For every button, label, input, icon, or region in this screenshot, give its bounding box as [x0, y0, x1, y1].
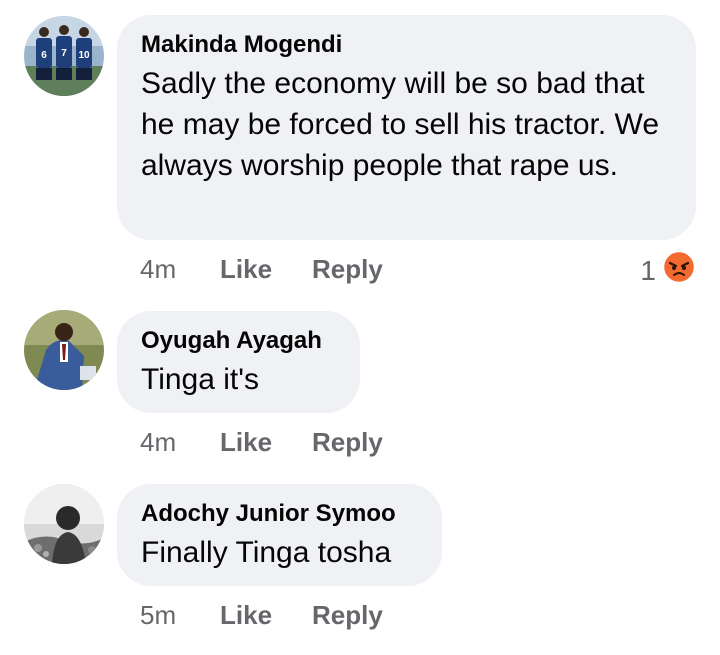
comment-text: Finally Tinga tosha — [141, 536, 392, 569]
comment-actions: 4m Like Reply — [140, 427, 383, 458]
comment-author[interactable]: Makinda Mogendi — [141, 31, 672, 59]
reaction-count: 1 — [640, 254, 656, 286]
jersey-number: 10 — [78, 50, 90, 61]
avatar-photo — [24, 310, 104, 390]
avatar-photo: 6 7 10 — [24, 16, 104, 96]
avatar[interactable] — [24, 484, 104, 564]
comment-author[interactable]: Oyugah Ayagah — [141, 327, 336, 355]
jersey-number: 6 — [41, 50, 47, 61]
comment-author[interactable]: Adochy Junior Symoo — [141, 500, 418, 528]
reply-button[interactable]: Reply — [312, 600, 383, 631]
comment-text: Sadly the economy will be so bad that he… — [141, 67, 660, 182]
comment-text: Tinga it's — [141, 363, 259, 396]
reply-button[interactable]: Reply — [312, 254, 383, 285]
jersey-number: 7 — [61, 48, 67, 59]
reaction-summary[interactable]: 1 — [640, 250, 696, 291]
comment-timestamp[interactable]: 4m — [140, 254, 220, 285]
comment-actions: 5m Like Reply — [140, 600, 383, 631]
like-button[interactable]: Like — [220, 427, 312, 458]
comment-bubble: Adochy Junior Symoo Finally Tinga tosha — [117, 484, 442, 586]
like-button[interactable]: Like — [220, 254, 312, 285]
avatar[interactable] — [24, 310, 104, 390]
avatar-photo — [24, 484, 104, 564]
comment-actions: 4m Like Reply — [140, 254, 383, 285]
comment-timestamp[interactable]: 4m — [140, 427, 220, 458]
like-button[interactable]: Like — [220, 600, 312, 631]
avatar[interactable]: 6 7 10 — [24, 16, 104, 96]
reply-button[interactable]: Reply — [312, 427, 383, 458]
angry-reaction-icon — [662, 250, 696, 291]
comment-timestamp[interactable]: 5m — [140, 600, 220, 631]
comment-bubble: Makinda Mogendi Sadly the economy will b… — [117, 15, 696, 240]
comment-bubble: Oyugah Ayagah Tinga it's — [117, 311, 360, 413]
